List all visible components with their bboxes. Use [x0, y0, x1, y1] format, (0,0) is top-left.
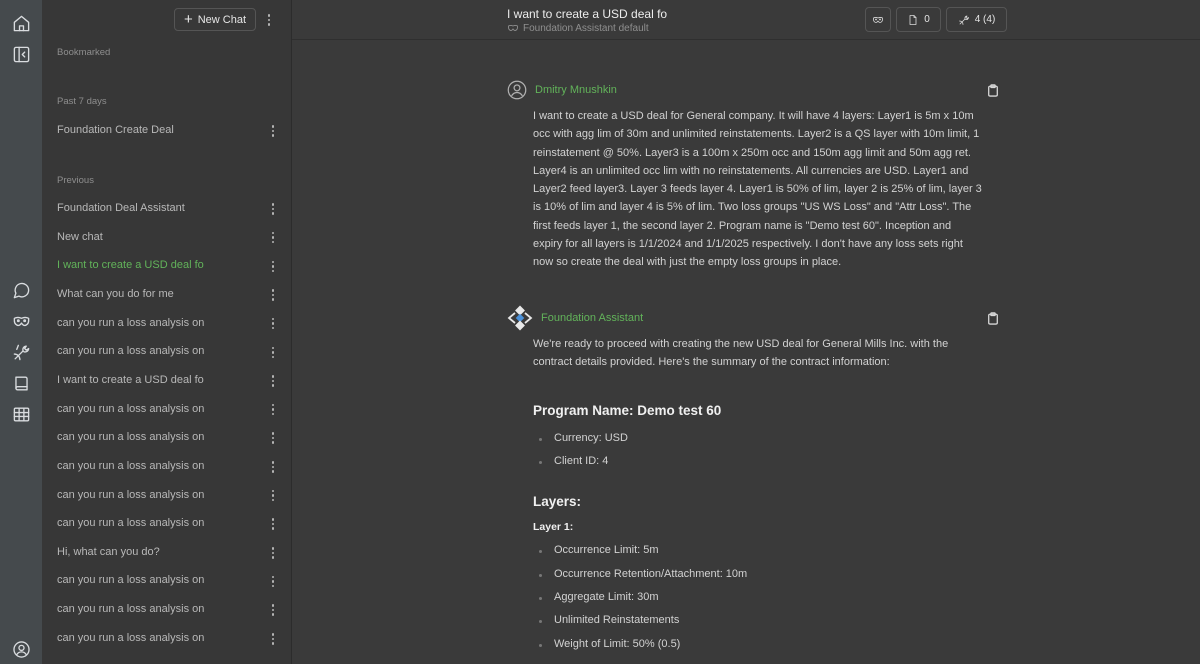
sidebar-chat-item-label: New chat: [57, 230, 103, 243]
sidebar-chat-item[interactable]: can you run a loss analysis on: [57, 514, 283, 534]
sidebar-collapse-icon[interactable]: [9, 42, 33, 66]
sidebar-chat-item-label: Foundation Create Deal: [57, 124, 174, 136]
chat-item-menu-icon[interactable]: [267, 317, 279, 331]
icon-rail: [0, 0, 43, 664]
chat-title: I want to create a USD deal fo: [507, 7, 668, 21]
sidebar-chat-item[interactable]: What can you do for me: [57, 285, 283, 305]
chat-item-menu-icon[interactable]: [267, 231, 279, 245]
user-avatar-icon: [507, 80, 527, 100]
section-previous: Previous: [57, 175, 94, 186]
mask-icon: [873, 16, 883, 23]
sidebar-chat-item[interactable]: Hi, what can you do?: [57, 543, 283, 563]
chat-item-menu-icon[interactable]: [267, 124, 279, 138]
chat-item-menu-icon[interactable]: [267, 546, 279, 560]
sidebar-chat-item[interactable]: can you run a loss analysis on: [57, 342, 283, 362]
sidebar-chat-item-label: can you run a loss analysis on: [57, 431, 205, 444]
chat-icon[interactable]: [9, 278, 33, 302]
sidebar-chat-item[interactable]: can you run a loss analysis on: [57, 400, 283, 420]
assistant-preset[interactable]: Foundation Assistant default: [507, 22, 649, 34]
home-icon[interactable]: [9, 11, 33, 35]
user-message-text: I want to create a USD deal for General …: [533, 110, 982, 269]
sidebar-chat-item[interactable]: can you run a loss analysis on: [57, 600, 283, 620]
sidebar-chat-item[interactable]: can you run a loss analysis on: [57, 629, 283, 649]
sidebar-chat-item[interactable]: can you run a loss analysis on: [57, 571, 283, 591]
user-author-name: Dmitry Mnushkin: [535, 84, 617, 96]
sidebar-chat-item-label: can you run a loss analysis on: [57, 459, 205, 472]
sidebar-chat-item[interactable]: I want to create a USD deal fo: [57, 256, 283, 276]
sidebar-menu-icon[interactable]: [263, 13, 275, 27]
list-item-text: Occurrence Retention/Attachment: 10m: [554, 568, 748, 580]
chat-item-menu-icon[interactable]: [267, 403, 279, 417]
chat-item-menu-icon[interactable]: [267, 517, 279, 531]
list-item-text: Currency: USD: [554, 432, 628, 444]
list-item-text: Unlimited Reinstatements: [554, 614, 680, 626]
files-button[interactable]: 0: [896, 7, 941, 32]
copy-icon[interactable]: [987, 312, 1001, 326]
assistant-intro-text: We're ready to proceed with creating the…: [533, 338, 949, 369]
sidebar-chat-item[interactable]: Foundation Deal Assistant: [57, 199, 283, 219]
plus-icon: +: [183, 11, 193, 28]
new-chat-label: New Chat: [197, 13, 247, 26]
chat-item-menu-icon[interactable]: [267, 288, 279, 302]
chat-item-menu-icon[interactable]: [267, 259, 279, 273]
sidebar-chat-item-label: I want to create a USD deal fo: [57, 373, 204, 386]
chat-item-menu-icon[interactable]: [267, 202, 279, 216]
copy-icon[interactable]: [987, 84, 1001, 98]
sidebar-chat-item[interactable]: I want to create a USD deal fo: [57, 371, 283, 391]
tools-icon: [958, 15, 969, 25]
chat-item-menu-icon[interactable]: [267, 460, 279, 474]
foundation-logo-icon: [507, 305, 533, 331]
program-name-heading: Program Name: Demo test 60: [533, 403, 722, 418]
sidebar-chat-item-label: can you run a loss analysis on: [57, 402, 205, 415]
sidebar-chat-item-label: can you run a loss analysis on: [57, 603, 205, 616]
user-circle-icon[interactable]: [9, 637, 33, 661]
sidebar-chat-item-label: can you run a loss analysis on: [57, 316, 205, 329]
new-chat-button[interactable]: + New Chat: [174, 8, 256, 31]
sidebar-chat-item[interactable]: Foundation Create Deal: [57, 121, 283, 141]
chat-item-menu-icon[interactable]: [267, 345, 279, 359]
sidebar-chat-item-label: can you run a loss analysis on: [57, 345, 205, 358]
list-item-text: Client ID: 4: [554, 455, 609, 467]
sidebar-chat-item-label: can you run a loss analysis on: [57, 574, 205, 587]
assistant-author-name: Foundation Assistant: [541, 312, 644, 324]
section-past-7-days: Past 7 days: [57, 96, 107, 107]
layer1-heading: Layer 1:: [533, 521, 574, 533]
sidebar-chat-item-label: can you run a loss analysis on: [57, 517, 205, 530]
chat-item-menu-icon[interactable]: [267, 574, 279, 588]
chat-item-menu-icon[interactable]: [267, 489, 279, 503]
chat-item-menu-icon[interactable]: [267, 632, 279, 646]
mask-icon: [508, 24, 518, 31]
sidebar-chat-item-label: Hi, what can you do?: [57, 545, 160, 558]
sidebar-chat-item-label: can you run a loss analysis on: [57, 631, 205, 644]
tools-button[interactable]: 4 (4): [946, 7, 1007, 32]
sidebar-chat-item[interactable]: New chat: [57, 228, 283, 248]
sidebar-chat-item-label: can you run a loss analysis on: [57, 488, 205, 501]
files-count: 0: [924, 14, 930, 25]
sidebar-chat-item[interactable]: can you run a loss analysis on: [57, 486, 283, 506]
sidebar-chat-item[interactable]: can you run a loss analysis on: [57, 314, 283, 334]
list-item-text: Aggregate Limit: 30m: [554, 591, 659, 603]
section-bookmarked: Bookmarked: [57, 47, 111, 58]
table-icon[interactable]: [9, 402, 33, 426]
sidebar-chat-item[interactable]: can you run a loss analysis on: [57, 457, 283, 477]
book-icon[interactable]: [9, 371, 33, 395]
layers-heading: Layers:: [533, 494, 582, 509]
sidebar-chat-item[interactable]: can you run a loss analysis on: [57, 428, 283, 448]
chat-item-menu-icon[interactable]: [267, 374, 279, 388]
sidebar-chat-item-label: What can you do for me: [57, 287, 174, 300]
chat-item-menu-icon[interactable]: [267, 603, 279, 617]
tools-count: 4 (4): [974, 14, 996, 25]
file-icon: [909, 14, 917, 25]
assistant-button[interactable]: [865, 7, 891, 32]
list-item-text: Weight of Limit: 50% (0.5): [554, 638, 681, 650]
chat-item-menu-icon[interactable]: [267, 431, 279, 445]
tools-icon[interactable]: [9, 340, 33, 364]
assistant-preset-label: Foundation Assistant default: [523, 22, 649, 34]
list-item-text: Occurrence Limit: 5m: [554, 544, 659, 556]
sidebar-chat-item-label: Foundation Deal Assistant: [57, 202, 185, 214]
mask-icon[interactable]: [9, 309, 33, 333]
sidebar-chat-item-label: I want to create a USD deal fo: [57, 259, 204, 272]
chat-header: I want to create a USD deal fo Foundatio…: [292, 0, 1200, 40]
chat-sidebar: + New Chat Bookmarked Past 7 days Founda…: [42, 0, 292, 664]
